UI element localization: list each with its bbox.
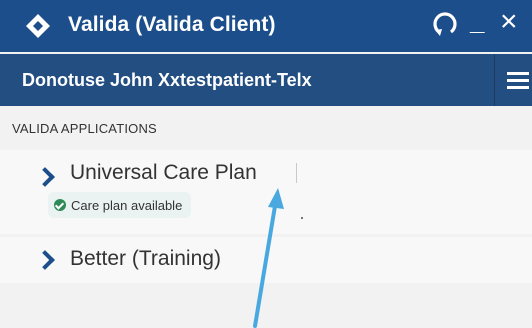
title-bar: Valida (Valida Client) _ × xyxy=(0,0,532,52)
app-item-better-training[interactable]: Better (Training) xyxy=(0,237,532,283)
valida-logo-icon xyxy=(26,14,50,38)
section-heading: VALIDA APPLICATIONS xyxy=(12,121,157,136)
status-badge: Care plan available xyxy=(48,192,192,218)
app-item-label: Universal Care Plan xyxy=(70,161,257,184)
patient-banner: Donotuse John Xxtestpatient-Telx xyxy=(0,54,532,106)
status-text: Care plan available xyxy=(71,197,183,213)
refresh-icon[interactable] xyxy=(430,10,460,40)
patient-name: Donotuse John Xxtestpatient-Telx xyxy=(22,70,312,90)
app-item-label: Better (Training) xyxy=(70,247,221,270)
minimize-button[interactable]: _ xyxy=(470,6,494,36)
app-item-universal-care-plan[interactable]: Universal Care Plan Care plan available xyxy=(0,150,532,234)
check-circle-icon xyxy=(54,199,66,211)
close-button[interactable]: × xyxy=(500,7,532,38)
app-title: Valida (Valida Client) xyxy=(68,13,276,36)
divider-mark xyxy=(301,217,303,219)
hamburger-menu-icon[interactable] xyxy=(494,54,532,106)
chevron-right-icon xyxy=(35,250,55,270)
text-caret xyxy=(296,163,297,183)
chevron-right-icon xyxy=(35,167,55,187)
